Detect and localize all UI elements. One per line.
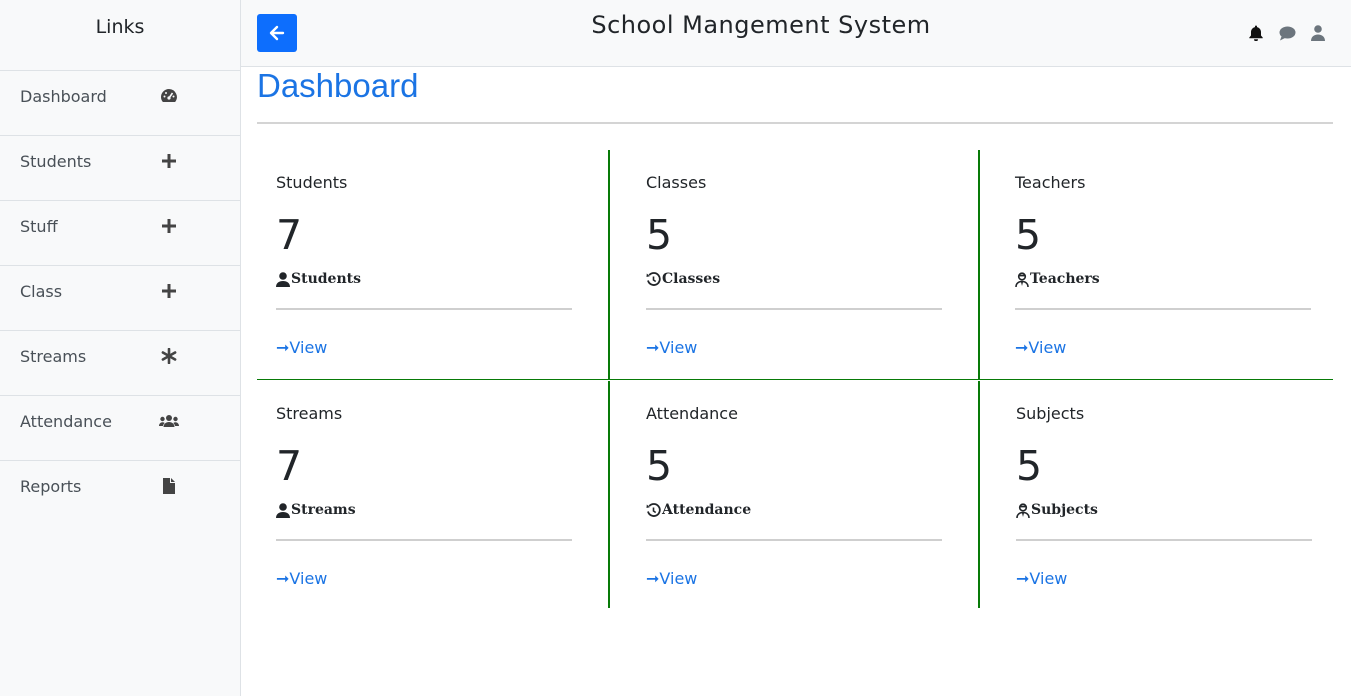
- plus-icon: [158, 215, 180, 237]
- view-link[interactable]: ➞View: [1016, 569, 1067, 588]
- users-icon: [158, 410, 180, 432]
- divider: [646, 539, 942, 541]
- sidebar-title: Links: [0, 0, 240, 71]
- page-title: Dashboard: [257, 67, 419, 104]
- asterisk-icon: [158, 345, 180, 367]
- view-link[interactable]: ➞View: [276, 569, 327, 588]
- sidebar: Links Dashboard Students Stuff Class Str…: [0, 0, 241, 696]
- card-subtitle: Students: [291, 271, 361, 287]
- sidebar-item-label: Class: [20, 282, 63, 301]
- sidebar-item-reports[interactable]: Reports: [0, 461, 240, 526]
- history-icon: [646, 271, 661, 286]
- card-teachers: Teachers 5 Teachers ➞View: [996, 151, 1349, 381]
- card-subtitle: Streams: [291, 502, 356, 518]
- plus-icon: [158, 280, 180, 302]
- comment-icon[interactable]: [1278, 24, 1296, 42]
- arrow-right-icon: ➞: [276, 338, 290, 357]
- sidebar-item-label: Reports: [20, 477, 82, 496]
- card-count: 5: [1016, 442, 1043, 490]
- arrow-right-icon: ➞: [1016, 569, 1030, 588]
- arrow-right-icon: ➞: [276, 569, 290, 588]
- arrow-right-icon: ➞: [1015, 338, 1029, 357]
- bell-icon[interactable]: [1247, 24, 1265, 42]
- divider: [1015, 308, 1311, 310]
- user-tie-icon: [1015, 271, 1029, 287]
- view-link[interactable]: ➞View: [646, 569, 697, 588]
- user-icon: [276, 502, 290, 518]
- card-count: 7: [276, 211, 303, 259]
- sidebar-item-label: Streams: [20, 347, 87, 366]
- sidebar-item-attendance[interactable]: Attendance: [0, 396, 240, 461]
- card-label: Students: [276, 173, 348, 192]
- card-classes: Classes 5 Classes ➞View: [627, 151, 980, 381]
- card-label: Attendance: [646, 404, 738, 423]
- card-subtitle: Classes: [662, 271, 721, 287]
- card-subtitle: Subjects: [1031, 502, 1098, 518]
- arrow-right-icon: ➞: [646, 569, 660, 588]
- card-label: Subjects: [1016, 404, 1085, 423]
- sidebar-item-students[interactable]: Students: [0, 136, 240, 201]
- card-count: 7: [276, 442, 303, 490]
- history-icon: [646, 502, 661, 517]
- app-title: School Mangement System: [591, 11, 931, 39]
- arrow-right-icon: ➞: [646, 338, 660, 357]
- divider: [276, 308, 572, 310]
- sidebar-item-streams[interactable]: Streams: [0, 331, 240, 396]
- card-count: 5: [1015, 211, 1042, 259]
- view-link[interactable]: ➞View: [646, 338, 697, 357]
- divider: [257, 122, 1333, 124]
- view-link[interactable]: ➞View: [276, 338, 327, 357]
- divider: [646, 308, 942, 310]
- card-count: 5: [646, 211, 673, 259]
- sidebar-item-label: Dashboard: [20, 87, 107, 106]
- divider: [276, 539, 572, 541]
- sidebar-item-label: Stuff: [20, 217, 58, 236]
- card-subtitle: Attendance: [662, 502, 752, 518]
- card-subjects: Subjects 5 Subjects ➞View: [997, 382, 1350, 612]
- card-students: Students 7 Students ➞View: [257, 151, 610, 381]
- card-subtitle: Teachers: [1030, 271, 1100, 287]
- user-icon: [276, 271, 290, 287]
- card-label: Teachers: [1015, 173, 1086, 192]
- plus-icon: [158, 150, 180, 172]
- sidebar-item-stuff[interactable]: Stuff: [0, 201, 240, 266]
- sidebar-item-class[interactable]: Class: [0, 266, 240, 331]
- card-attendance: Attendance 5 Attendance ➞View: [627, 382, 980, 612]
- user-icon[interactable]: [1309, 24, 1327, 42]
- tachometer-icon: [158, 85, 180, 107]
- sidebar-item-label: Attendance: [20, 412, 112, 431]
- user-tie-icon: [1016, 502, 1030, 518]
- card-label: Streams: [276, 404, 343, 423]
- top-header: School Mangement System: [241, 0, 1351, 67]
- divider: [1016, 539, 1312, 541]
- view-link[interactable]: ➞View: [1015, 338, 1066, 357]
- file-icon: [158, 475, 180, 497]
- sidebar-item-dashboard[interactable]: Dashboard: [0, 71, 240, 136]
- card-streams: Streams 7 Streams ➞View: [257, 382, 610, 612]
- sidebar-item-label: Students: [20, 152, 92, 171]
- card-label: Classes: [646, 173, 707, 192]
- card-count: 5: [646, 442, 673, 490]
